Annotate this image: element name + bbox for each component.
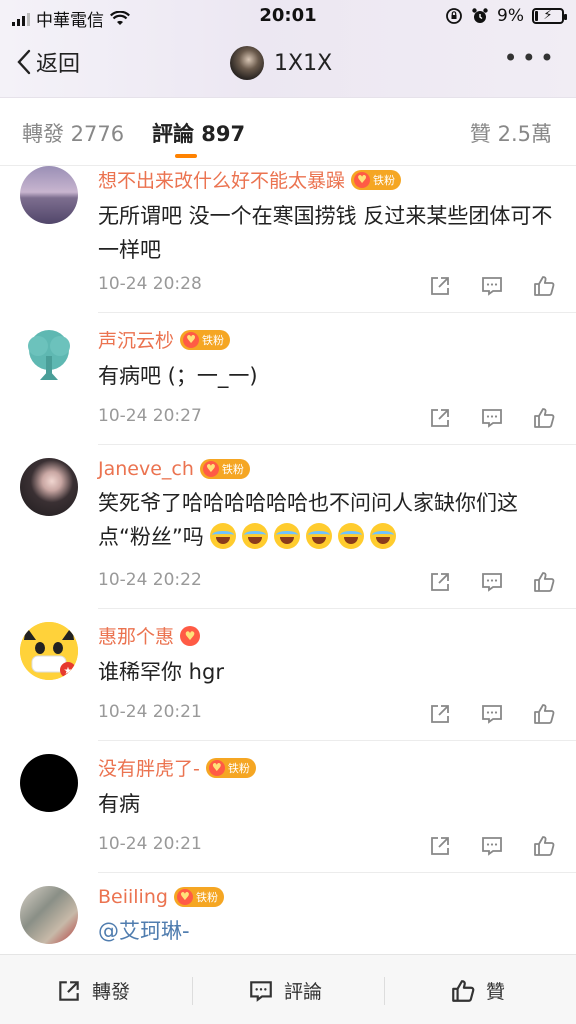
like-icon[interactable] bbox=[532, 834, 556, 858]
fan-badge: ♥ 铁粉 bbox=[205, 757, 256, 778]
heart-icon: ♥ bbox=[202, 461, 219, 477]
heart-icon: ♥ bbox=[176, 889, 193, 905]
more-button[interactable]: ••• bbox=[504, 44, 558, 72]
divider bbox=[192, 977, 193, 1005]
comment-text: 有病吧 (；一_一) bbox=[98, 364, 258, 388]
share-icon[interactable] bbox=[428, 834, 452, 858]
comment-icon bbox=[250, 980, 272, 1002]
reply-icon[interactable] bbox=[480, 834, 504, 858]
heart-icon: ♥ bbox=[354, 171, 371, 188]
nav-bar: 返回 1X1X ••• bbox=[0, 40, 576, 92]
fan-badge: ♥ 铁粉 bbox=[173, 887, 224, 907]
comment-text: 谁稀罕你 hgr bbox=[98, 660, 224, 684]
alarm-icon bbox=[472, 8, 488, 23]
tab-repost[interactable]: 轉發 2776 bbox=[22, 118, 124, 148]
laugh-cry-emoji bbox=[274, 523, 301, 549]
fan-badge: ♥ 铁粉 bbox=[180, 329, 231, 350]
username[interactable]: Janeve_ch bbox=[98, 458, 194, 480]
author-name: 1X1X bbox=[274, 50, 333, 76]
reply-icon[interactable] bbox=[480, 570, 504, 594]
tree-icon bbox=[28, 330, 70, 380]
comment-item: 没有胖虎了- ♥ 铁粉 有病 10-24 20:21 bbox=[0, 754, 576, 873]
reply-icon[interactable] bbox=[480, 406, 504, 430]
reply-icon[interactable] bbox=[480, 702, 504, 726]
back-label: 返回 bbox=[36, 52, 81, 77]
share-icon[interactable] bbox=[428, 702, 452, 726]
username[interactable]: Beiiling bbox=[98, 886, 168, 908]
divider bbox=[98, 444, 576, 445]
laugh-cry-emoji bbox=[242, 523, 269, 549]
chevron-left-icon bbox=[17, 49, 31, 75]
cartoon-avatar-icon: ★ bbox=[20, 622, 78, 680]
fan-badge: ♥ 铁粉 bbox=[351, 169, 402, 190]
fan-badge: ♥ 铁粉 bbox=[199, 459, 250, 479]
mention-link[interactable]: @艾珂琳- bbox=[98, 914, 556, 948]
username[interactable]: 声沉云杪 bbox=[98, 326, 174, 353]
back-button[interactable]: 返回 bbox=[16, 46, 80, 78]
avatar[interactable] bbox=[20, 458, 78, 516]
rotation-lock-icon bbox=[446, 8, 462, 24]
heart-icon: ♥ bbox=[180, 625, 201, 646]
author-avatar[interactable] bbox=[230, 46, 264, 80]
svg-text:★: ★ bbox=[64, 666, 73, 677]
tab-likes[interactable]: 贊 2.5萬 bbox=[470, 118, 552, 148]
laugh-cry-emoji bbox=[210, 523, 237, 549]
active-tab-indicator bbox=[175, 154, 197, 158]
like-button[interactable]: 贊 bbox=[450, 977, 505, 1004]
bottom-action-bar: 轉發 評論 贊 bbox=[0, 954, 576, 1024]
avatar[interactable] bbox=[20, 166, 78, 224]
share-icon[interactable] bbox=[428, 274, 452, 298]
divider bbox=[98, 312, 576, 313]
username[interactable]: 没有胖虎了- bbox=[98, 754, 200, 781]
like-label: 贊 bbox=[486, 981, 506, 1003]
tab-bar: 轉發 2776 評論 897 贊 2.5萬 bbox=[0, 98, 576, 166]
comment-item: 想不出来改什么好不能太暴躁 ♥ 铁粉 无所谓吧 没一个在寒国捞钱 反过来某些团体可不… bbox=[0, 166, 576, 313]
like-icon[interactable] bbox=[532, 570, 556, 594]
comment-text: 笑死爷了哈哈哈哈哈哈也不问问人家缺你们这点“粉丝”吗 bbox=[98, 491, 518, 549]
share-icon[interactable] bbox=[428, 406, 452, 430]
username[interactable]: 惠那个惠 bbox=[98, 622, 174, 649]
comment-item: Janeve_ch ♥ 铁粉 笑死爷了哈哈哈哈哈哈也不问问人家缺你们这点“粉丝”吗 … bbox=[0, 458, 576, 609]
comment-button[interactable]: 評論 bbox=[248, 977, 322, 1004]
comment-item: ★ 惠那个惠 ♥ 谁稀罕你 hgr 10-24 20:21 bbox=[0, 622, 576, 741]
avatar[interactable] bbox=[20, 886, 78, 944]
battery-icon: ⚡ bbox=[532, 8, 567, 24]
reply-icon[interactable] bbox=[480, 274, 504, 298]
repost-button[interactable]: 轉發 bbox=[56, 977, 130, 1004]
thumbs-up-icon bbox=[452, 979, 475, 1002]
status-bar: 中華電信 20:01 9% ⚡ bbox=[0, 0, 576, 32]
post-author[interactable]: 1X1X bbox=[230, 46, 332, 80]
comment-list[interactable]: 想不出来改什么好不能太暴躁 ♥ 铁粉 无所谓吧 没一个在寒国捞钱 反过来某些团体可不… bbox=[0, 166, 576, 954]
repost-label: 轉發 bbox=[92, 981, 131, 1003]
comment-text: 有病 bbox=[98, 792, 140, 816]
comment-item: Beiiling ♥ 铁粉 @艾珂琳- bbox=[0, 886, 576, 954]
divider bbox=[98, 740, 576, 741]
laugh-cry-emoji bbox=[338, 523, 365, 549]
battery-percent: 9% bbox=[497, 6, 524, 26]
divider bbox=[384, 977, 385, 1005]
heart-icon: ♥ bbox=[208, 759, 225, 776]
laugh-cry-emoji bbox=[306, 523, 333, 549]
share-icon[interactable] bbox=[428, 570, 452, 594]
like-icon[interactable] bbox=[532, 406, 556, 430]
comment-label: 評論 bbox=[284, 981, 323, 1003]
username[interactable]: 想不出来改什么好不能太暴躁 bbox=[98, 166, 345, 193]
divider bbox=[98, 608, 576, 609]
like-icon[interactable] bbox=[532, 274, 556, 298]
avatar[interactable] bbox=[20, 754, 78, 812]
divider bbox=[98, 872, 576, 873]
heart-icon: ♥ bbox=[183, 331, 200, 348]
share-icon bbox=[59, 980, 79, 1001]
tab-comments[interactable]: 評論 897 bbox=[152, 118, 245, 148]
top-header: 中華電信 20:01 9% ⚡ 返回 1X1X ••• bbox=[0, 0, 576, 98]
comment-text: 无所谓吧 没一个在寒国捞钱 反过来某些团体可不一样吧 bbox=[98, 204, 553, 262]
comment-item: 声沉云杪 ♥ 铁粉 有病吧 (；一_一) 10-24 20:27 bbox=[0, 326, 576, 445]
avatar[interactable] bbox=[20, 326, 78, 384]
like-icon[interactable] bbox=[532, 702, 556, 726]
laugh-cry-emoji bbox=[370, 523, 397, 549]
avatar[interactable]: ★ bbox=[20, 622, 78, 680]
